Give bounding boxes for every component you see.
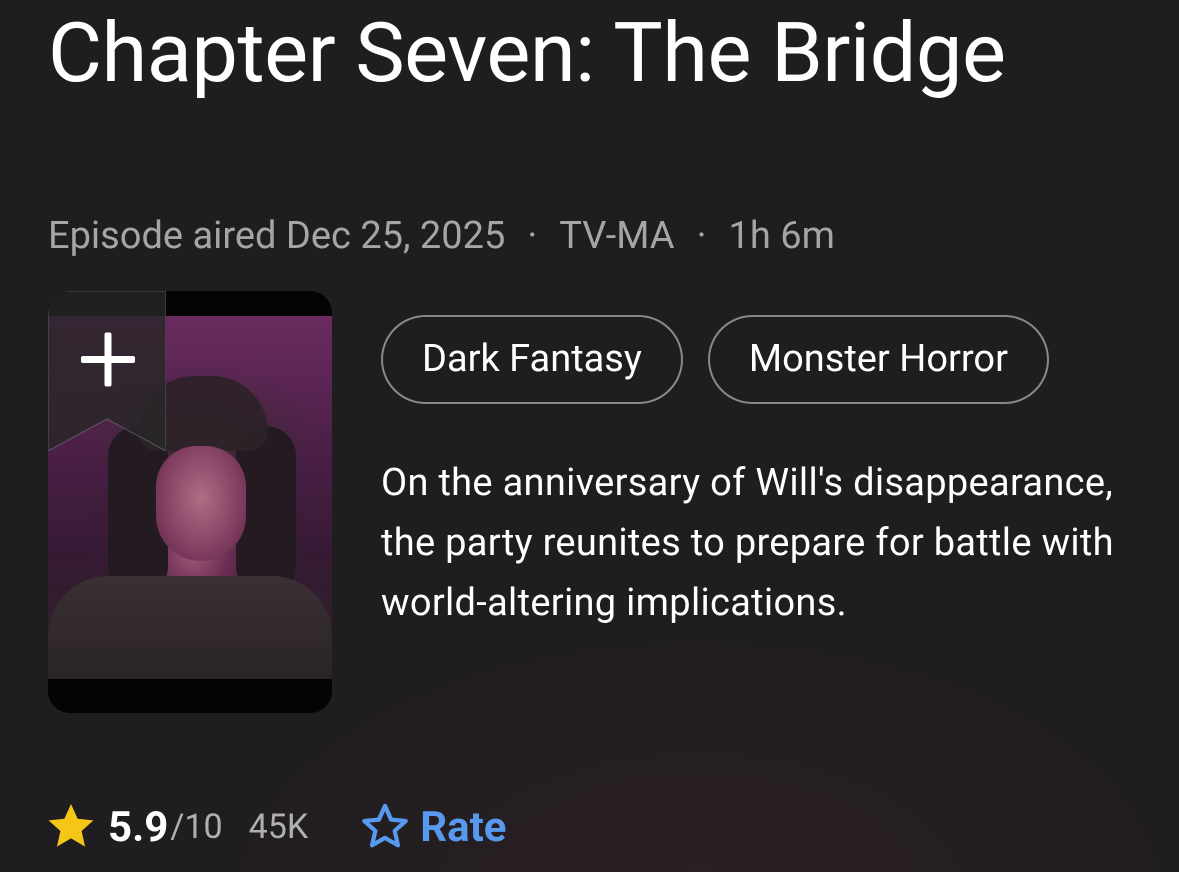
genre-chip-monster-horror[interactable]: Monster Horror (707, 315, 1049, 404)
content-rating: TV-MA (559, 214, 675, 258)
rate-button[interactable]: Rate (358, 800, 506, 854)
watchlist-add-button[interactable] (48, 291, 166, 451)
meta-separator: · (527, 214, 538, 258)
genre-chips: Dark Fantasy Monster Horror (381, 315, 1049, 404)
star-icon (48, 804, 94, 847)
episode-title: Chapter Seven: The Bridge (48, 5, 1006, 102)
rating-row: 5.9 /10 45K Rate (44, 799, 506, 855)
rating-scale: /10 (170, 807, 223, 847)
rating-score: 5.9 (108, 802, 169, 852)
air-date: Episode aired Dec 25, 2025 (48, 214, 506, 258)
star-outline-icon (362, 803, 409, 848)
episode-description: On the anniversary of Will's disappearan… (381, 461, 1114, 625)
episode-poster[interactable] (48, 291, 332, 713)
ribbon-bookmark-icon (48, 291, 166, 451)
genre-chip-dark-fantasy[interactable]: Dark Fantasy (381, 315, 683, 404)
meta-separator: · (696, 214, 707, 258)
rate-label: Rate (420, 802, 507, 852)
episode-page: Chapter Seven: The Bridge Episode aired … (0, 0, 1179, 872)
vote-count: 45K (248, 807, 309, 847)
episode-meta: Episode aired Dec 25, 2025 · TV-MA · 1h … (48, 212, 835, 260)
runtime: 1h 6m (728, 214, 835, 258)
